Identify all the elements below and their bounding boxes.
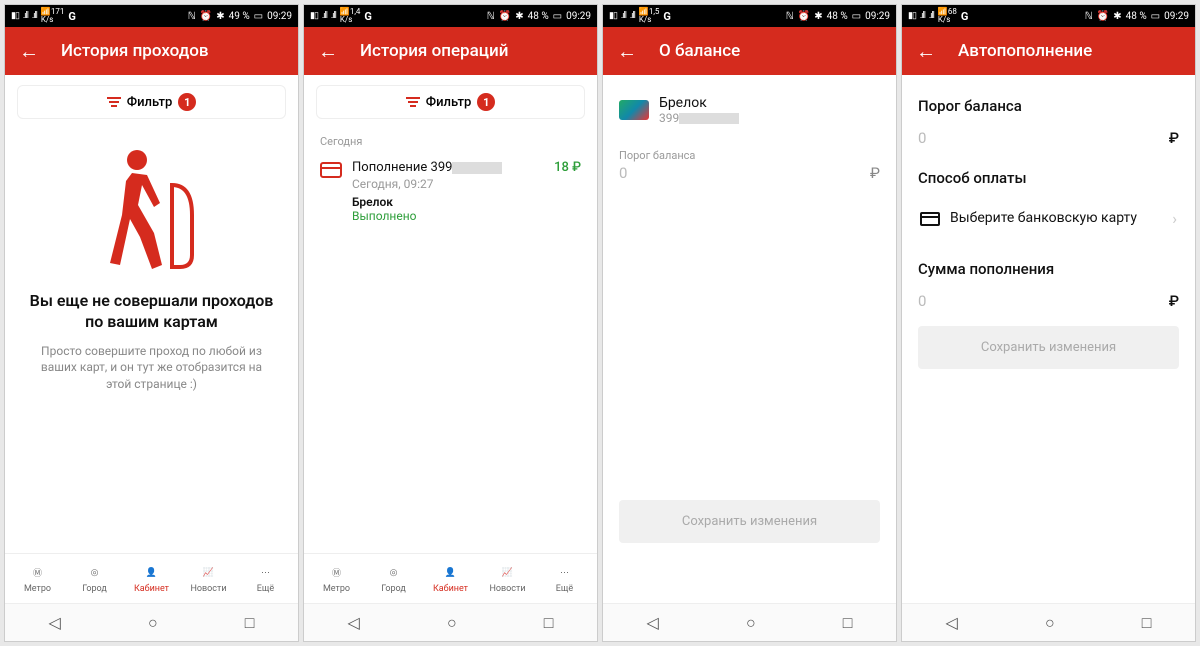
threshold-value[interactable]: 0 ₽ — [603, 164, 896, 182]
app-header: ← Автопополнение — [902, 27, 1195, 75]
page-title: О балансе — [659, 41, 740, 61]
filter-icon — [406, 97, 420, 107]
tab-more[interactable]: ⋯Ещё — [536, 564, 593, 594]
status-bar: ▮▯.ıll.ıll 📶1,4K/s G ℕ⏰✱48 %▭09:29 — [304, 5, 597, 27]
threshold-input[interactable]: 0 ₽ — [902, 123, 1195, 147]
nav-home[interactable]: ○ — [1045, 613, 1055, 633]
save-button[interactable]: Сохранить изменения — [918, 326, 1179, 369]
topup-input[interactable]: 0 ₽ — [902, 286, 1195, 310]
nav-bar: ◁ ○ □ — [304, 603, 597, 641]
nav-home[interactable]: ○ — [746, 613, 756, 633]
filter-badge: 1 — [477, 93, 495, 111]
back-icon[interactable]: ← — [916, 39, 936, 64]
screen-operations: ▮▯.ıll.ıll 📶1,4K/s G ℕ⏰✱48 %▭09:29 ← Ист… — [303, 4, 598, 642]
operation-name: Пополнение 399 — [352, 160, 502, 175]
threshold-label: Порог баланса — [902, 75, 1195, 123]
tab-bar: ⓂМетро ◎Город 👤Кабинет 📈Новости ⋯Ещё — [304, 553, 597, 603]
tab-city[interactable]: ◎Город — [365, 564, 422, 594]
tab-news[interactable]: 📈Новости — [479, 564, 536, 594]
app-header: ← О балансе — [603, 27, 896, 75]
card-name: Брелок — [659, 95, 739, 111]
nav-recent[interactable]: □ — [245, 613, 255, 633]
topup-label: Сумма пополнения — [902, 238, 1195, 286]
nav-recent[interactable]: □ — [1142, 613, 1152, 633]
app-header: ← История проходов — [5, 27, 298, 75]
status-bar: ▮▯.ıll.ıll 📶68K/s G ℕ⏰✱48 %▭09:29 — [902, 5, 1195, 27]
nav-bar: ◁ ○ □ — [5, 603, 298, 641]
nav-back[interactable]: ◁ — [647, 613, 659, 632]
empty-heading: Вы еще не совершали проходов по вашим ка… — [29, 291, 274, 333]
back-icon[interactable]: ← — [617, 39, 637, 64]
card-info: Брелок 399 — [603, 75, 896, 131]
back-icon[interactable]: ← — [318, 39, 338, 64]
nav-recent[interactable]: □ — [544, 613, 554, 633]
nav-recent[interactable]: □ — [843, 613, 853, 633]
operation-device: Брелок — [352, 195, 581, 209]
screen-passes: ▮▯.ıll.ıll 📶171K/s G ℕ⏰✱49 %▭09:29 ← Ист… — [4, 4, 299, 642]
operation-date: Сегодня, 09:27 — [352, 177, 581, 191]
walker-icon — [92, 145, 212, 275]
tab-cabinet[interactable]: 👤Кабинет — [422, 564, 479, 594]
nav-back[interactable]: ◁ — [49, 613, 61, 632]
card-icon — [320, 162, 342, 178]
filter-button[interactable]: Фильтр 1 — [316, 85, 585, 119]
app-header: ← История операций — [304, 27, 597, 75]
filter-icon — [107, 97, 121, 107]
tab-cabinet[interactable]: 👤Кабинет — [123, 564, 180, 594]
nav-bar: ◁ ○ □ — [902, 603, 1195, 641]
page-title: Автопополнение — [958, 41, 1092, 61]
filter-badge: 1 — [178, 93, 196, 111]
screen-balance: ▮▯.ıll.ıll 📶1,5K/s G ℕ⏰✱48 %▭09:29 ← О б… — [602, 4, 897, 642]
status-bar: ▮▯.ıll.ıll 📶1,5K/s G ℕ⏰✱48 %▭09:29 — [603, 5, 896, 27]
tab-metro[interactable]: ⓂМетро — [9, 564, 66, 594]
tab-news[interactable]: 📈Новости — [180, 564, 237, 594]
card-icon — [920, 212, 940, 226]
page-title: История проходов — [61, 41, 209, 61]
nav-back[interactable]: ◁ — [946, 613, 958, 632]
operation-amount: 18 ₽ — [554, 160, 581, 175]
screen-autotopup: ▮▯.ıll.ıll 📶68K/s G ℕ⏰✱48 %▭09:29 ← Авто… — [901, 4, 1196, 642]
tab-more[interactable]: ⋯Ещё — [237, 564, 294, 594]
nav-home[interactable]: ○ — [447, 613, 457, 633]
tab-bar: ⓂМетро ◎Город 👤Кабинет 📈Новости ⋯Ещё — [5, 553, 298, 603]
back-icon[interactable]: ← — [19, 39, 39, 64]
method-select[interactable]: Выберите банковскую карту › — [918, 199, 1179, 238]
nav-home[interactable]: ○ — [148, 613, 158, 633]
section-today: Сегодня — [304, 125, 597, 152]
nav-back[interactable]: ◁ — [348, 613, 360, 632]
status-bar: ▮▯.ıll.ıll 📶171K/s G ℕ⏰✱49 %▭09:29 — [5, 5, 298, 27]
tab-city[interactable]: ◎Город — [66, 564, 123, 594]
method-label: Способ оплаты — [902, 147, 1195, 195]
chevron-right-icon: › — [1172, 209, 1177, 228]
nav-bar: ◁ ○ □ — [603, 603, 896, 641]
threshold-label: Порог баланса — [603, 131, 896, 164]
operation-status: Выполнено — [352, 209, 581, 223]
card-number: 399 — [659, 111, 739, 125]
operation-row[interactable]: Пополнение 399 18 ₽ Сегодня, 09:27 Брело… — [304, 152, 597, 231]
filter-button[interactable]: Фильтр 1 — [17, 85, 286, 119]
empty-subtext: Просто совершите проход по любой из ваши… — [29, 343, 274, 393]
tab-metro[interactable]: ⓂМетро — [308, 564, 365, 594]
save-button[interactable]: Сохранить изменения — [619, 500, 880, 543]
card-image — [619, 100, 649, 120]
page-title: История операций — [360, 41, 508, 61]
empty-state: Вы еще не совершали проходов по вашим ка… — [5, 125, 298, 413]
